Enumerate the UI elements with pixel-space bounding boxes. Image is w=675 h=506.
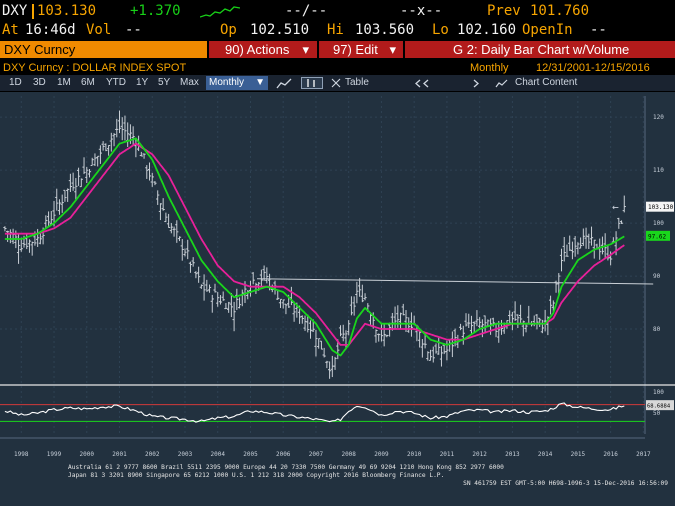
x-tick-label: 2009 — [374, 451, 389, 458]
security-subheader: DXY Curncy : DOLLAR INDEX SPOT Monthly 1… — [0, 61, 675, 75]
rsi-line — [4, 402, 625, 423]
vol-value: -- — [125, 22, 142, 38]
x-tick-label: 1998 — [14, 451, 29, 458]
security-description: DXY Curncy : DOLLAR INDEX SPOT — [3, 62, 187, 74]
moving-average-slow-line — [4, 142, 625, 346]
high-label: Hi — [327, 22, 344, 38]
chart-content-button[interactable]: Chart Content — [512, 76, 580, 90]
actions-menu-button[interactable]: 90) Actions ▾ — [209, 41, 317, 58]
range-5y[interactable]: 5Y — [155, 76, 173, 90]
scroll-back-icon[interactable] — [414, 79, 438, 88]
open-interest-label: OpenIn — [522, 22, 573, 38]
edit-menu-button[interactable]: 97) Edit ▾ — [319, 41, 403, 58]
prev-label: Prev — [487, 3, 521, 19]
x-tick-label: 2016 — [603, 451, 618, 458]
open-interest-value: -- — [590, 22, 607, 38]
range-3d[interactable]: 3D — [30, 76, 49, 90]
edit-label: 97) Edit — [333, 42, 378, 57]
bid-ask-size: --/-- — [285, 3, 328, 19]
x-tick-label: 2014 — [538, 451, 553, 458]
last-time: 16:46d — [25, 22, 76, 38]
x-tick-label: 2008 — [341, 451, 356, 458]
range-6m[interactable]: 6M — [78, 76, 98, 90]
x-tick-label: 2012 — [472, 451, 487, 458]
y-tick-label: 120 — [653, 114, 664, 121]
low-value: 102.160 — [457, 22, 517, 38]
range-1d[interactable]: 1D — [6, 76, 25, 90]
footer-line-3: SN 461759 EST GMT-5:00 H698-1096-3 15-De… — [463, 480, 668, 487]
last-price-arrow-icon: ← — [612, 201, 619, 214]
range-max[interactable]: Max — [177, 76, 202, 90]
high-value: 103.560 — [355, 22, 415, 38]
rsi-tick-label: 100 — [653, 389, 664, 396]
chart-title-tab[interactable]: G 2: Daily Bar Chart w/Volume — [405, 41, 675, 58]
footer-line-2: Japan 81 3 3201 8900 Singapore 65 6212 1… — [68, 472, 444, 479]
bar-style-icon[interactable] — [301, 77, 323, 89]
footer-line-1: Australia 61 2 9777 8600 Brazil 5511 239… — [68, 464, 504, 471]
chart-toolbar: 1D 3D 1M 6M YTD 1Y 5Y Max Monthly ▼ Tabl… — [0, 75, 675, 91]
x-tick-label: 2000 — [80, 451, 95, 458]
moving-average-fast-line — [4, 137, 625, 357]
range-1m[interactable]: 1M — [54, 76, 74, 90]
x-tick-label: 2006 — [276, 451, 291, 458]
rsi-value-tag-label: 68.6884 — [647, 404, 671, 410]
actions-dropdown-icon: ▾ — [302, 42, 309, 57]
x-tick-label: 2015 — [571, 451, 586, 458]
vol-label: Vol — [86, 22, 112, 38]
x-tick-label: 2007 — [309, 451, 324, 458]
moving-average-tag-label: 97.62 — [648, 233, 666, 240]
sparkline-icon — [200, 6, 240, 18]
x-tick-label: 2010 — [407, 451, 422, 458]
actions-label: 90) Actions — [225, 42, 290, 57]
table-button[interactable]: Table — [342, 76, 372, 90]
range-ytd[interactable]: YTD — [103, 76, 129, 90]
period-label: Monthly — [470, 62, 509, 74]
price-chart-svg: 1998 1999 2000 2001 2002 2003 2004 2005 2006 2007… — [0, 96, 675, 487]
rsi-tick-label: 50 — [653, 410, 661, 417]
y-tick-label: 110 — [653, 167, 664, 174]
frequency-dropdown[interactable]: Monthly ▼ — [206, 76, 268, 90]
bid-ask-quote: --x-- — [400, 3, 443, 19]
x-tick-label: 2013 — [505, 451, 520, 458]
x-tick-label: 2002 — [145, 451, 160, 458]
y-tick-label: 90 — [653, 273, 661, 280]
price-change: +1.370 — [130, 3, 181, 19]
x-tick-label: 2004 — [211, 451, 226, 458]
security-field[interactable]: DXY Curncy — [0, 41, 207, 58]
edit-dropdown-icon: ▾ — [389, 42, 396, 57]
ticker-divider — [32, 4, 34, 19]
range-1y[interactable]: 1Y — [133, 76, 151, 90]
date-range[interactable]: 12/31/2001-12/15/2016 — [536, 61, 650, 75]
prev-value: 101.760 — [530, 3, 590, 19]
quote-detail-row: At 16:46d Vol -- Op 102.510 Hi 103.560 L… — [0, 22, 675, 40]
open-value: 102.510 — [250, 22, 310, 38]
x-tick-label: 2005 — [243, 451, 258, 458]
table-grid-icon — [331, 78, 341, 88]
open-label: Op — [220, 22, 237, 38]
at-label: At — [2, 22, 19, 38]
scroll-forward-icon[interactable] — [471, 79, 481, 88]
chart-area[interactable]: 1998 1999 2000 2001 2002 2003 2004 2005 2006 2007… — [0, 92, 675, 506]
line-chart-icon[interactable] — [276, 77, 292, 89]
chart-content-icon — [495, 79, 508, 88]
last-price: 103.130 — [37, 3, 97, 19]
x-tick-label: 1999 — [47, 451, 62, 458]
low-label: Lo — [432, 22, 449, 38]
x-tick-label: 2011 — [440, 451, 455, 458]
command-bar: DXY Curncy 90) Actions ▾ 97) Edit ▾ G 2:… — [0, 41, 675, 59]
last-price-tag-label: 103.130 — [648, 204, 674, 211]
frequency-label: Monthly — [209, 77, 245, 88]
y-tick-label: 80 — [653, 326, 661, 333]
y-tick-label: 100 — [653, 220, 664, 227]
x-tick-label: 2003 — [178, 451, 193, 458]
ticker-symbol[interactable]: DXY — [2, 3, 27, 19]
x-tick-label: 2001 — [112, 451, 127, 458]
frequency-chevron-icon: ▼ — [255, 77, 265, 88]
x-tick-label: 2017 — [636, 451, 651, 458]
quote-header-row: DXY 103.130 +1.370 --/-- --x-- Prev 101.… — [0, 3, 675, 21]
